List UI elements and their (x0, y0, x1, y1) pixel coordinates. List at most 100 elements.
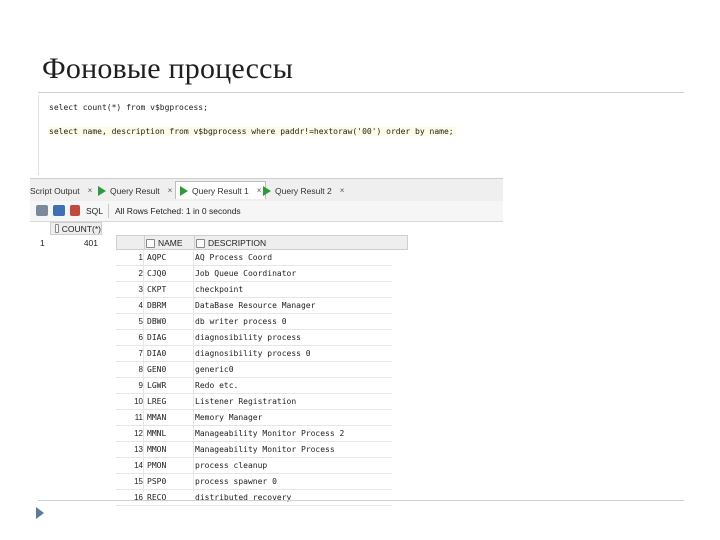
process-name: CJQ0 (147, 269, 167, 278)
table-row[interactable]: 3 CKPT checkpoint (116, 282, 392, 298)
close-icon[interactable]: × (257, 186, 262, 195)
tab-label: Query Result 2 (275, 185, 332, 196)
process-name: PSP0 (147, 477, 167, 486)
table-row[interactable]: 16 RECO distributed recovery (116, 490, 392, 506)
play-icon (180, 185, 188, 196)
process-description: DataBase Resource Manager (195, 301, 316, 310)
process-name: LGWR (147, 381, 167, 390)
row-number: 4 (138, 301, 143, 310)
process-description: Memory Manager (195, 413, 263, 422)
close-icon[interactable]: × (88, 186, 93, 195)
process-name: DBW0 (147, 317, 167, 326)
play-icon (98, 185, 106, 196)
table-row[interactable]: 5 DBW0 db writer process 0 (116, 314, 392, 330)
process-description: Listener Registration (195, 397, 297, 406)
column-label: NAME (158, 238, 183, 248)
refresh-icon[interactable] (70, 205, 80, 216)
table-row[interactable]: 8 GEN0 generic0 (116, 362, 392, 378)
process-description: Redo etc. (195, 381, 239, 390)
row-number: 11 (134, 413, 143, 422)
table-row[interactable]: 6 DIAG diagnosibility process (116, 330, 392, 346)
row-number: 6 (138, 333, 143, 342)
export-icon[interactable] (53, 205, 65, 216)
print-icon[interactable] (36, 205, 48, 216)
row-number: 10 (134, 397, 143, 406)
table-row[interactable]: 11 MMAN Memory Manager (116, 410, 392, 426)
close-icon[interactable]: × (340, 186, 345, 195)
process-description: generic0 (195, 365, 234, 374)
process-name: LREG (147, 397, 167, 406)
column-header-name[interactable]: NAME (146, 238, 183, 248)
close-icon[interactable]: × (168, 186, 173, 195)
process-name: MMON (147, 445, 167, 454)
process-description: checkpoint (195, 285, 244, 294)
table-row[interactable]: 1 AQPC AQ Process Coord (116, 250, 392, 266)
table-row[interactable]: 15 PSP0 process spawner 0 (116, 474, 392, 490)
process-name: CKPT (147, 285, 167, 294)
row-number: 12 (134, 429, 143, 438)
row-number: 8 (138, 365, 143, 374)
sql-line-1[interactable]: select count(*) from v$bgprocess; (49, 103, 208, 112)
process-description: Job Queue Coordinator (195, 269, 297, 278)
process-name: DIA0 (147, 349, 167, 358)
column-header-count[interactable]: COUNT(*) (50, 222, 102, 235)
table-row[interactable]: 13 MMON Manageability Monitor Process (116, 442, 392, 458)
result-tab-bar: Script Output × Query Result × Query Res… (30, 178, 503, 202)
tab-query-result-1[interactable]: Query Result 1 × (175, 181, 267, 199)
row-number: 9 (138, 381, 143, 390)
row-number: 13 (134, 445, 143, 454)
process-description: diagnosibility process (195, 333, 301, 342)
table-row[interactable]: 14 PMON process cleanup (116, 458, 392, 474)
tab-query-result[interactable]: Query Result × (98, 182, 172, 199)
sql-button[interactable]: SQL (86, 206, 103, 216)
row-number: 2 (138, 269, 143, 278)
process-name: MMAN (147, 413, 167, 422)
row-number: 3 (138, 285, 143, 294)
footer-divider (38, 500, 684, 501)
table-row[interactable]: 10 LREG Listener Registration (116, 394, 392, 410)
play-icon (263, 185, 271, 196)
process-name: AQPC (147, 253, 167, 262)
table-row[interactable]: 12 MMNL Manageability Monitor Process 2 (116, 426, 392, 442)
query-result-grid: NAME DESCRIPTION 1 AQPC AQ Process Coord 2… (116, 235, 408, 506)
tab-query-result-2[interactable]: Query Result 2 × (263, 182, 344, 199)
count-value: 401 (83, 238, 98, 248)
table-row[interactable]: 7 DIA0 diagnosibility process 0 (116, 346, 392, 362)
process-description: Manageability Monitor Process 2 (195, 429, 345, 438)
row-number: 15 (134, 477, 143, 486)
row-number: 5 (138, 317, 143, 326)
fetch-status: All Rows Fetched: 1 in 0 seconds (115, 206, 241, 216)
tab-script-output[interactable]: Script Output × (30, 182, 92, 199)
table-row[interactable]: 9 LGWR Redo etc. (116, 378, 392, 394)
process-name: GEN0 (147, 365, 167, 374)
slide-title: Фоновые процессы (42, 52, 294, 85)
result-toolbar: SQL All Rows Fetched: 1 in 0 seconds (30, 201, 503, 222)
row-number: 1 (40, 238, 45, 248)
sql-editor[interactable]: select count(*) from v$bgprocess; select… (38, 95, 504, 175)
process-description: AQ Process Coord (195, 253, 273, 262)
process-description: Manageability Monitor Process (195, 445, 335, 454)
title-divider (38, 92, 684, 93)
row-number: 7 (138, 349, 143, 358)
column-icon (196, 238, 205, 248)
count-result-grid: COUNT(*) 1 401 (34, 222, 104, 252)
sql-line-2[interactable]: select name, description from v$bgproces… (49, 127, 456, 136)
column-header-description[interactable]: DESCRIPTION (196, 238, 266, 248)
column-label: COUNT(*) (61, 223, 101, 234)
column-divider (144, 236, 145, 249)
toolbar-divider (108, 204, 109, 218)
tab-label: Query Result 1 (192, 185, 249, 196)
column-icon (55, 224, 59, 233)
tab-label: Script Output (30, 185, 80, 196)
result-rows: 1 AQPC AQ Process Coord 2 CJQ0 Job Queue Coo… (116, 250, 392, 506)
column-icon (146, 238, 155, 248)
process-name: PMON (147, 461, 167, 470)
column-label: DESCRIPTION (208, 238, 267, 248)
process-name: DIAG (147, 333, 167, 342)
table-row[interactable]: 4 DBRM DataBase Resource Manager (116, 298, 392, 314)
process-description: process cleanup (195, 461, 268, 470)
table-row[interactable]: 2 CJQ0 Job Queue Coordinator (116, 266, 392, 282)
process-name: MMNL (147, 429, 167, 438)
row-number: 14 (134, 461, 143, 470)
process-description: db writer process 0 (195, 317, 287, 326)
